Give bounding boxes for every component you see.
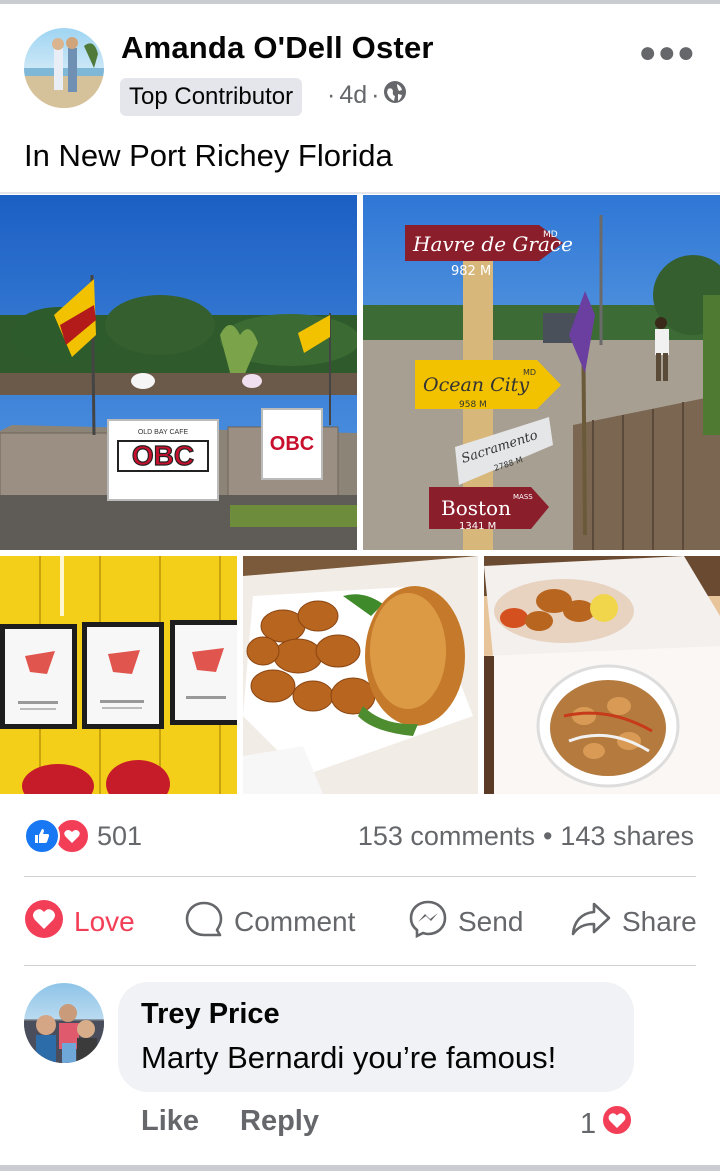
signpost-ocean-state: MD [523,368,536,377]
meta-dot: · [371,81,380,109]
top-divider [0,0,720,4]
signpost-havre-state: MD [543,230,558,240]
shares-count[interactable]: 143 shares [560,821,694,852]
comment-like-button[interactable]: Like [141,1105,199,1138]
post-meta: · 4d · [327,80,407,111]
photo-basket-bowl[interactable] [484,556,720,794]
comment-button[interactable]: Comment [184,898,355,946]
comment-reaction-summary[interactable]: 1 [580,1103,634,1145]
post-time[interactable]: 4d [339,81,367,110]
photo-sandwich-chips[interactable] [243,556,478,794]
author-avatar[interactable] [24,28,104,108]
globe-icon [383,80,407,111]
send-button[interactable]: Send [408,898,523,946]
photo-wall-certificates[interactable] [0,556,237,794]
love-heart-icon [24,899,64,946]
obc-sign-text-2: OBC [270,433,314,455]
top-contributor-badge[interactable]: Top Contributor [120,78,303,116]
signpost-ocean-city: Ocean City [423,374,529,396]
comment-text: Marty Bernardi you’re famous! [141,1040,557,1075]
stats-dot: • [542,821,553,851]
actions-divider [24,965,696,966]
photo-signpost[interactable]: Havre de Grace MD 982 M Ocean City MD 95… [363,195,720,550]
comment-reaction-count: 1 [580,1107,597,1140]
post-caption: In New Port Richey Florida [24,138,393,173]
love-button[interactable]: Love [24,898,135,946]
love-label: Love [74,906,135,937]
commenter-avatar[interactable] [24,983,104,1063]
stats-divider [24,876,696,877]
signpost-boston-state: MASS [513,493,533,501]
comments-count[interactable]: 153 comments [358,821,535,852]
signpost-ocean-dist: 958 M [459,400,487,410]
comment-icon [184,899,224,946]
comment-reply-button[interactable]: Reply [240,1105,319,1138]
send-label: Send [458,906,524,937]
share-label: Share [622,906,697,937]
photo-cafe-exterior[interactable]: OBC OLD BAY CAFE OBC [0,195,357,550]
signpost-boston-dist: 1341 M [459,521,496,532]
bottom-divider [0,1165,720,1171]
comment-label: Comment [234,906,356,937]
share-button[interactable]: Share [570,898,697,946]
obc-sign-text: OBC [132,440,194,471]
commenter-name[interactable]: Trey Price [141,998,280,1031]
messenger-icon [408,899,448,946]
signpost-havre-dist: 982 M [451,264,491,279]
caption-divider [0,192,720,194]
obc-sign-caption: OLD BAY CAFE [138,429,189,436]
more-icon[interactable]: ●●● [639,36,696,70]
reaction-count[interactable]: 501 [97,821,142,852]
meta-dot: · [327,81,336,109]
share-arrow-icon [570,899,612,946]
comment-share-stats: 153 comments • 143 shares [358,821,694,852]
like-reaction-icon [24,818,60,854]
reaction-icons[interactable] [24,818,90,854]
love-reaction-icon [600,1103,634,1145]
signpost-boston: Boston [441,496,511,520]
author-name[interactable]: Amanda O'Dell Oster [121,30,434,66]
